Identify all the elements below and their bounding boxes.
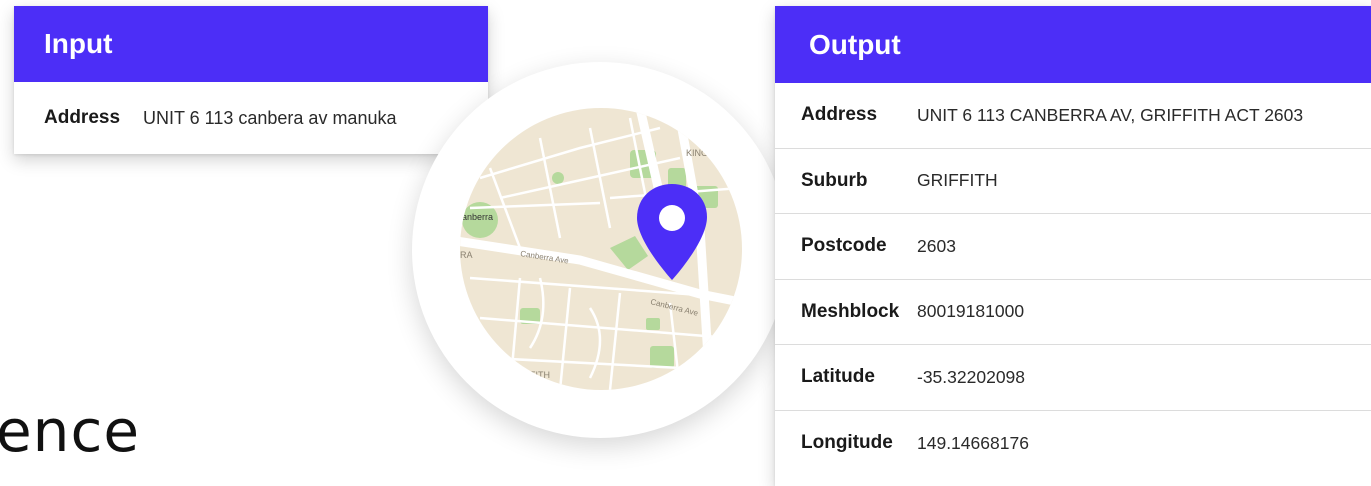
output-row-postcode: Postcode 2603 xyxy=(775,214,1371,280)
output-label: Latitude xyxy=(801,366,875,388)
output-row-longitude: Longitude 149.14668176 xyxy=(775,411,1371,477)
map-label-griffith: IFFITH xyxy=(522,370,550,380)
map-label-kingston: KINGSTON xyxy=(686,148,733,158)
input-address-row: Address UNIT 6 113 canbera av manuka xyxy=(14,82,488,154)
output-card-header: Output xyxy=(775,6,1371,83)
output-row-suburb: Suburb GRIFFITH xyxy=(775,149,1371,214)
output-value: GRIFFITH xyxy=(917,170,998,191)
output-row-latitude: Latitude -35.32202098 xyxy=(775,345,1371,411)
map-view: KINGSTON anberra Canberra Ave Canberra A… xyxy=(460,108,742,390)
input-address-label: Address xyxy=(44,107,121,128)
output-row-address: Address UNIT 6 113 CANBERRA AV, GRIFFITH… xyxy=(775,83,1371,149)
output-label: Longitude xyxy=(801,432,893,454)
map-label-canberra: anberra xyxy=(462,212,493,222)
output-row-meshblock: Meshblock 80019181000 xyxy=(775,280,1371,345)
output-label: Meshblock xyxy=(801,300,900,322)
input-title: Input xyxy=(44,28,113,59)
output-value: 80019181000 xyxy=(917,301,1025,322)
output-title: Output xyxy=(809,28,901,60)
output-value: -35.32202098 xyxy=(917,366,1026,387)
output-label: Postcode xyxy=(801,235,887,257)
input-address-value: UNIT 6 113 canbera av manuka xyxy=(143,107,397,128)
output-label: Suburb xyxy=(801,169,868,191)
output-value: 149.14668176 xyxy=(917,432,1029,453)
output-value: UNIT 6 113 CANBERRA AV, GRIFFITH ACT 260… xyxy=(917,104,1304,125)
output-value: 2603 xyxy=(917,235,956,256)
map-circle: KINGSTON anberra Canberra Ave Canberra A… xyxy=(412,62,788,438)
partial-heading-text: ence xyxy=(0,397,141,465)
output-card: Output Address UNIT 6 113 CANBERRA AV, G… xyxy=(775,6,1371,486)
output-table: Address UNIT 6 113 CANBERRA AV, GRIFFITH… xyxy=(775,83,1371,476)
input-card: Input Address UNIT 6 113 canbera av manu… xyxy=(14,6,488,154)
input-card-header: Input xyxy=(14,6,488,82)
output-label: Address xyxy=(801,104,878,126)
map-label-ra: RA xyxy=(460,250,473,260)
